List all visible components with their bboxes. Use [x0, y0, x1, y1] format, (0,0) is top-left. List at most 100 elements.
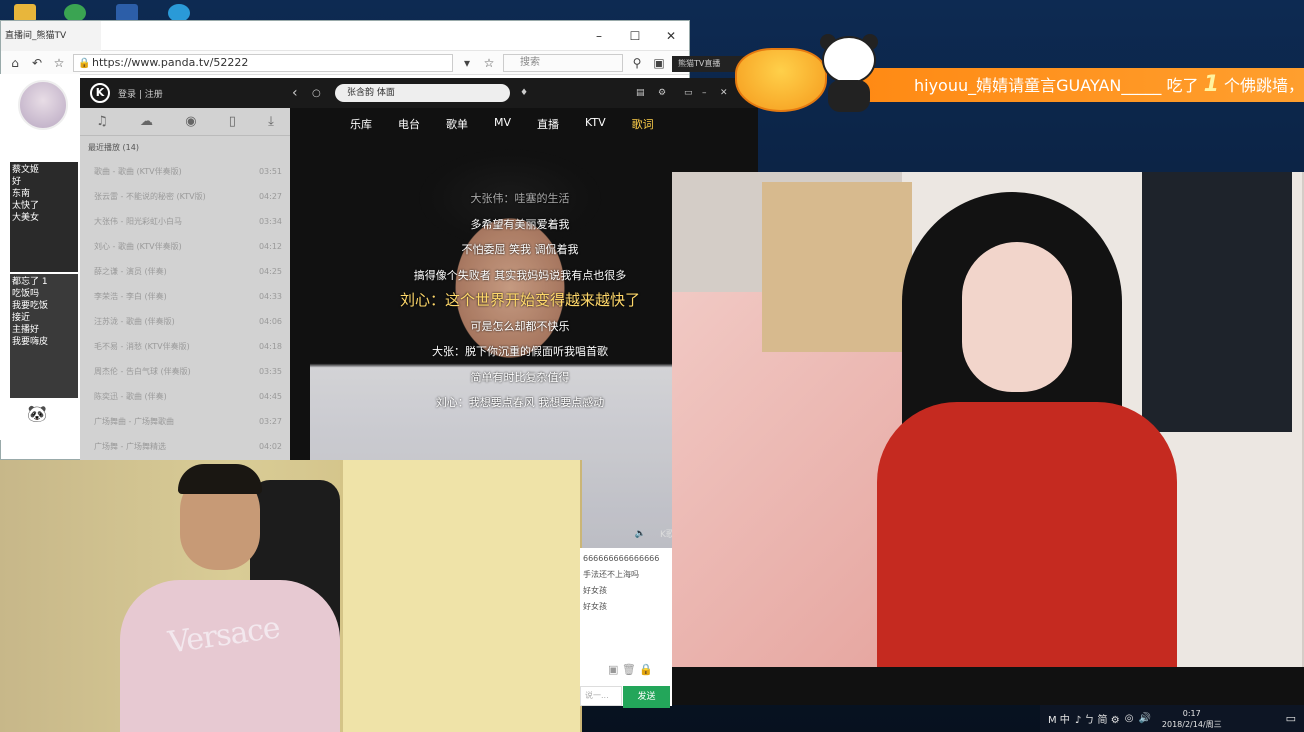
song-row[interactable]: 薛之谦 - 演员 (伴奏) 04:25 [80, 259, 290, 284]
dropdown-icon[interactable]: ▾ [459, 56, 475, 70]
maximize-button[interactable]: ☐ [617, 21, 653, 51]
notification-icon[interactable]: ▭ [1286, 712, 1296, 725]
avatar[interactable] [18, 80, 68, 130]
playlist-sidebar: ♫ ☁ ◉ ▯ ⤓ 最近播放 (14) 歌曲 - 歌曲 (KTV伴奏版) 03:5… [80, 108, 290, 476]
mic-icon[interactable]: ♦ [520, 88, 528, 98]
lyric-line: 刘心：我想要点春风 我想要点感动 [435, 396, 605, 409]
song-duration: 04:27 [258, 192, 282, 201]
refresh-icon[interactable]: ○ [312, 88, 321, 99]
guest-body [877, 402, 1177, 667]
device-icon[interactable]: ▯ [229, 114, 236, 129]
song-title: 广场舞 - 广场舞精选 [94, 442, 166, 451]
title-bar: 直播间_熊猫TV – ☐ ✕ [1, 21, 689, 51]
thumb-text: 吃饭吗 [12, 289, 40, 299]
menu-radio[interactable]: 电台 [398, 116, 420, 132]
thumb-text: 好 [12, 177, 22, 187]
download-icon[interactable]: ⤓ [268, 114, 274, 129]
song-title: 薛之谦 - 演员 (伴奏) [94, 267, 167, 276]
thumb-text: 蔡文姬 [12, 165, 40, 175]
song-title: 歌曲 - 歌曲 (KTV伴奏版) [94, 167, 182, 176]
thumb-text: 接近 [12, 313, 31, 323]
window-minimize-icon[interactable]: – [702, 88, 707, 98]
song-title: 大张伟 - 阳光彩虹小白马 [94, 217, 182, 226]
clock[interactable]: 0:17 2018/2/14/周三 [1162, 708, 1222, 730]
search-field[interactable]: 搜索 [503, 53, 623, 72]
song-row[interactable]: 广场舞曲 - 广场舞歌曲 03:27 [80, 409, 290, 434]
menu-playlists[interactable]: 歌单 [446, 116, 468, 132]
song-row[interactable]: 大张伟 - 阳光彩虹小白马 03:34 [80, 209, 290, 234]
song-duration: 03:35 [258, 367, 282, 376]
radio-icon[interactable]: ◉ [185, 114, 196, 129]
song-duration: 03:34 [258, 217, 282, 226]
window-close-icon[interactable]: ✕ [720, 88, 728, 98]
volume-tray-icon[interactable]: 🔊 [1138, 713, 1150, 724]
song-row[interactable]: 张云雷 - 不能说的秘密 (KTV版) 04:27 [80, 184, 290, 209]
song-row[interactable]: 周杰伦 - 告白气球 (伴奏版) 03:35 [80, 359, 290, 384]
chat-message: 好女孩 [583, 586, 607, 595]
song-row[interactable]: 汪苏泷 - 歌曲 (伴奏版) 04:06 [80, 309, 290, 334]
streamer-body [120, 580, 340, 732]
song-row[interactable]: 歌曲 - 歌曲 (KTV伴奏版) 03:51 [80, 159, 290, 184]
player-topbar: K 登录 | 注册 ‹ ○ 张含韵 体面 ♦ ▤ ⚙ ▭ – ✕ [80, 78, 758, 108]
star-icon[interactable]: ☆ [51, 56, 67, 70]
song-row[interactable]: 广场舞 - 广场舞精选 04:02 [80, 434, 290, 459]
song-row[interactable]: 刘心 - 歌曲 (KTV伴奏版) 04:12 [80, 234, 290, 259]
thumb-text: 东南 [12, 189, 31, 199]
minimize-button[interactable]: – [581, 21, 617, 51]
player-search-input[interactable]: 张含韵 体面 [335, 84, 510, 102]
chat-input[interactable]: 说一... [580, 686, 622, 706]
video-bottom-bar [672, 667, 1304, 705]
thumb-text: 太快了 [12, 201, 40, 211]
volume-icon[interactable]: 🔈 [635, 529, 646, 539]
search-icon[interactable]: ⚲ [629, 56, 645, 70]
song-row[interactable]: 李荣浩 - 李白 (伴奏) 04:33 [80, 284, 290, 309]
menu-ktv[interactable]: KTV [585, 116, 606, 132]
tray-icons[interactable]: ♪ ㄅ 简 ⚙ [1075, 711, 1120, 726]
lyric-line: 可是怎么却都不快乐 [470, 319, 570, 333]
menu-mv[interactable]: MV [494, 116, 511, 132]
star-fav-icon[interactable]: ☆ [481, 56, 497, 70]
extension-icon[interactable]: ▣ [651, 56, 667, 70]
home-icon[interactable]: ⌂ [7, 56, 23, 70]
gift-icon[interactable]: ▤ [636, 88, 645, 98]
song-duration: 04:45 [258, 392, 282, 401]
back-arrow-icon[interactable]: ‹ [292, 85, 298, 101]
lyric-line: 搞得像个失败者 其实我妈妈说我有点也很多 [413, 268, 627, 282]
login-link[interactable]: 登录 | 注册 [118, 87, 163, 100]
kugou-logo-icon[interactable]: K [90, 83, 110, 103]
lock-chat-icon[interactable]: 🔒 [639, 663, 653, 676]
lyric-line: 大张伟：哇塞的生活 [470, 192, 570, 205]
song-row[interactable]: 毛不易 - 消愁 (KTV伴奏版) 04:18 [80, 334, 290, 359]
close-button[interactable]: ✕ [653, 21, 689, 51]
image-icon[interactable]: ▣ [608, 663, 618, 676]
settings-icon[interactable]: ⚙ [658, 88, 666, 98]
lyric-line: 多希望有美丽爱着我 [470, 217, 570, 231]
trash-icon[interactable]: 🗑 [622, 663, 636, 676]
song-duration: 03:27 [258, 417, 282, 426]
streamer-webcam: Versace [0, 460, 582, 732]
playlist-header[interactable]: 最近播放 (14) [80, 136, 290, 159]
browser-tab[interactable]: 直播间_熊猫TV [1, 21, 101, 51]
menu-live[interactable]: 直播 [537, 116, 559, 132]
mini-mode-icon[interactable]: ▭ [684, 88, 693, 98]
gift-user: hiyouu_婧婧请童言GUAYAN_____ [914, 76, 1162, 95]
send-button[interactable]: 发送 [623, 686, 670, 708]
song-title: 周杰伦 - 告白气球 (伴奏版) [94, 367, 191, 376]
clock-date: 2018/2/14/周三 [1161, 719, 1222, 729]
back-icon[interactable]: ↶ [29, 56, 45, 70]
cabinet [340, 460, 580, 732]
song-duration: 04:18 [258, 342, 282, 351]
network-icon[interactable]: ◎ [1125, 713, 1134, 724]
song-row[interactable]: 陈奕迅 - 歌曲 (伴奏) 04:45 [80, 384, 290, 409]
panda-logo-icon[interactable]: 🐼 [18, 404, 56, 430]
menu-library[interactable]: 乐库 [350, 116, 372, 132]
music-note-icon[interactable]: ♫ [96, 114, 108, 129]
guest-webcam [672, 172, 1304, 667]
menu-lyrics[interactable]: 歌词 [632, 116, 654, 132]
ime-indicator[interactable]: M 中 [1048, 711, 1070, 726]
chat-message: 好女孩 [583, 602, 607, 611]
cloud-icon[interactable]: ☁ [140, 114, 153, 129]
url-field[interactable]: 🔒 https://www.panda.tv/52222 [73, 53, 453, 72]
clock-time: 0:17 [1182, 708, 1201, 718]
thumb-text: 我要吃饭 [12, 301, 49, 311]
